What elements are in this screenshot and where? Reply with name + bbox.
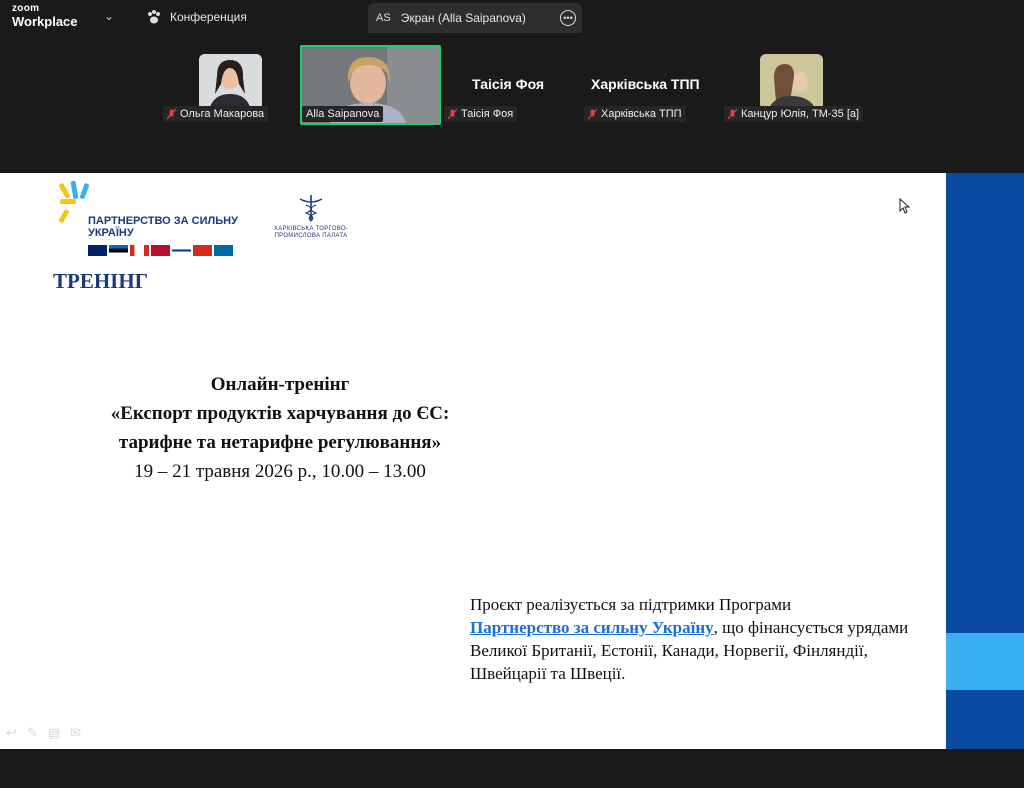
support-prefix: Проєкт реалізується за підтримки Програм… <box>470 595 792 614</box>
country-flags <box>88 245 233 256</box>
slide-accent-block <box>946 633 1024 690</box>
switzerland-flag-icon <box>193 245 212 256</box>
participant-name-chip: Харківська ТПП <box>584 106 686 122</box>
chevron-down-icon[interactable]: ⌄ <box>104 9 114 23</box>
participant-video <box>760 54 823 110</box>
presenter-initials: AS <box>376 12 391 24</box>
sweden-flag-icon <box>214 245 233 256</box>
paw-icon <box>146 9 162 25</box>
top-bar: zoom Workplace ⌄ Конференция AS Экран (A… <box>0 0 1024 36</box>
partnership-logo: ПАРТНЕРСТВО ЗА СИЛЬНУ УКРАЇНУ <box>58 180 238 256</box>
screen-share-tab[interactable]: AS Экран (Alla Saipanova) ••• <box>368 3 582 33</box>
back-arrow-icon[interactable]: ↩ <box>6 725 17 741</box>
finland-flag-icon <box>172 245 191 256</box>
partnership-logo-text: ПАРТНЕРСТВО ЗА СИЛЬНУ УКРАЇНУ <box>88 215 238 239</box>
participant-display-name: Таісія Фоя <box>472 76 545 92</box>
support-text: Проєкт реалізується за підтримки Програм… <box>470 593 920 685</box>
slide-right-band <box>946 173 1024 749</box>
mic-muted-icon <box>447 108 458 120</box>
slide-toolbar: ↩ ✎ ▤ ✉ <box>6 725 81 741</box>
brand-workplace-text: Workplace <box>12 14 78 29</box>
participant-name-chip: Alla Saipanova <box>302 106 384 122</box>
slide-line-1: Онлайн-тренінг <box>210 374 350 395</box>
estonia-flag-icon <box>109 245 128 256</box>
participant-name: Харківська ТПП <box>601 108 682 120</box>
presentation-slide: ПАРТНЕРСТВО ЗА СИЛЬНУ УКРАЇНУ ХАРКІВСЬКА… <box>0 173 946 749</box>
mic-muted-icon <box>587 108 598 120</box>
comment-icon[interactable]: ✉ <box>70 725 81 741</box>
slides-grid-icon[interactable]: ▤ <box>48 725 60 741</box>
zoom-brand: zoom Workplace <box>12 3 78 28</box>
mic-muted-icon <box>166 108 177 120</box>
htpp-logo: ХАРКІВСЬКА ТОРГОВО-ПРОМИСЛОВА ПАЛАТА <box>270 193 352 240</box>
slide-date-line: 19 – 21 травня 2026 р., 10.00 – 13.00 <box>134 461 426 482</box>
participant-name-chip: Ольга Макарова <box>163 106 269 122</box>
slide-section-title: ТРЕНІНГ <box>53 269 149 293</box>
caduceus-icon <box>299 195 323 222</box>
mic-muted-icon <box>727 108 738 120</box>
participant-name-chip: Канцур Юлія, ТМ-35 [а] <box>724 106 864 122</box>
pen-icon[interactable]: ✎ <box>27 725 38 741</box>
slide-line-3: тарифне та нетарифне регулювання» <box>118 432 442 453</box>
participant-name: Alla Saipanova <box>306 108 380 120</box>
norway-flag-icon <box>151 245 170 256</box>
shared-screen: ПАРТНЕРСТВО ЗА СИЛЬНУ УКРАЇНУ ХАРКІВСЬКА… <box>0 173 1024 749</box>
mouse-cursor-icon <box>899 197 911 219</box>
uk-flag-icon <box>88 245 107 256</box>
conference-tab[interactable]: Конференция <box>146 9 247 25</box>
bottom-bar <box>0 749 1024 788</box>
more-options-icon[interactable]: ••• <box>560 10 576 26</box>
slide-main-text: Онлайн-тренінг «Експорт продуктів харчув… <box>60 370 500 486</box>
participant-name: Таісія Фоя <box>461 108 514 120</box>
conference-label: Конференция <box>170 10 247 24</box>
participant-name-chip: Таісія Фоя <box>444 106 518 122</box>
partnership-link[interactable]: Партнерство за сильну Україну <box>470 618 714 637</box>
participant-display-name: Харківська ТПП <box>591 76 700 92</box>
participant-video <box>199 54 262 110</box>
slide-line-2: «Експорт продуктів харчування до ЄС: <box>110 403 450 424</box>
participant-name: Ольга Макарова <box>180 108 265 120</box>
participant-name: Канцур Юлія, ТМ-35 [а] <box>741 108 860 120</box>
htpp-logo-text: ХАРКІВСЬКА ТОРГОВО-ПРОМИСЛОВА ПАЛАТА <box>273 226 349 239</box>
screen-tab-label: Экран (Alla Saipanova) <box>400 11 526 25</box>
participant-gallery: Ольга Макарова Alla Saipanova Таісія Фоя… <box>0 36 1024 173</box>
canada-flag-icon <box>130 245 149 256</box>
